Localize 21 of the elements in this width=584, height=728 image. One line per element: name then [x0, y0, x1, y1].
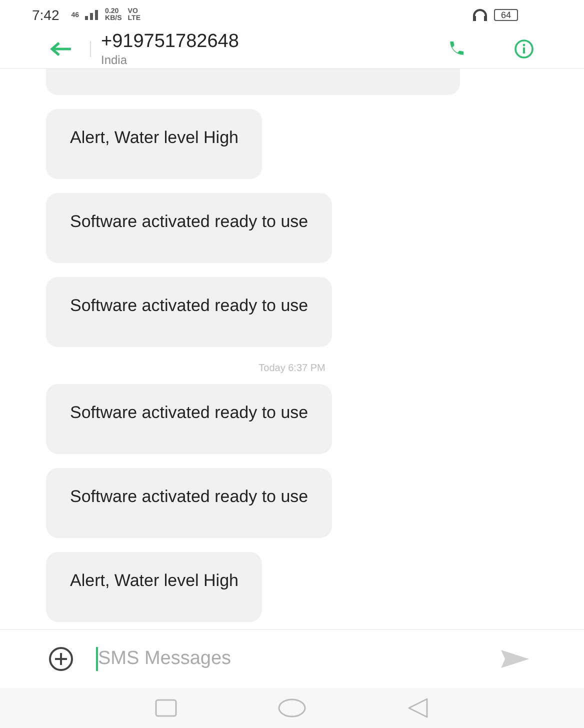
headphones-icon	[472, 8, 488, 22]
home-icon[interactable]	[277, 698, 307, 718]
message-bubble: Software activated ready to use	[46, 384, 332, 454]
message-bubble: Alert, Water level High	[46, 109, 262, 179]
send-icon[interactable]	[500, 649, 530, 669]
message-bubble: Software activated ready to use	[46, 277, 332, 347]
message-bubble: Alert, Water level High	[46, 552, 262, 622]
back-icon[interactable]	[407, 698, 429, 718]
message-timestamp: Today 6:37 PM	[258, 363, 326, 374]
message-input[interactable]: SMS Messages	[96, 647, 500, 671]
message-bubble: Software activated ready to use	[46, 468, 332, 538]
signal-icon	[85, 10, 100, 20]
info-icon[interactable]	[514, 39, 534, 59]
add-icon[interactable]	[48, 646, 74, 672]
contact-number: +919751782648	[101, 31, 240, 53]
recents-icon[interactable]	[155, 699, 177, 717]
contact-country: India	[101, 53, 128, 67]
back-button[interactable]	[50, 41, 72, 57]
message-bubble: Software activated ready to use	[46, 193, 332, 263]
status-time: 7:42	[32, 7, 60, 23]
battery-indicator: 64	[494, 9, 518, 21]
